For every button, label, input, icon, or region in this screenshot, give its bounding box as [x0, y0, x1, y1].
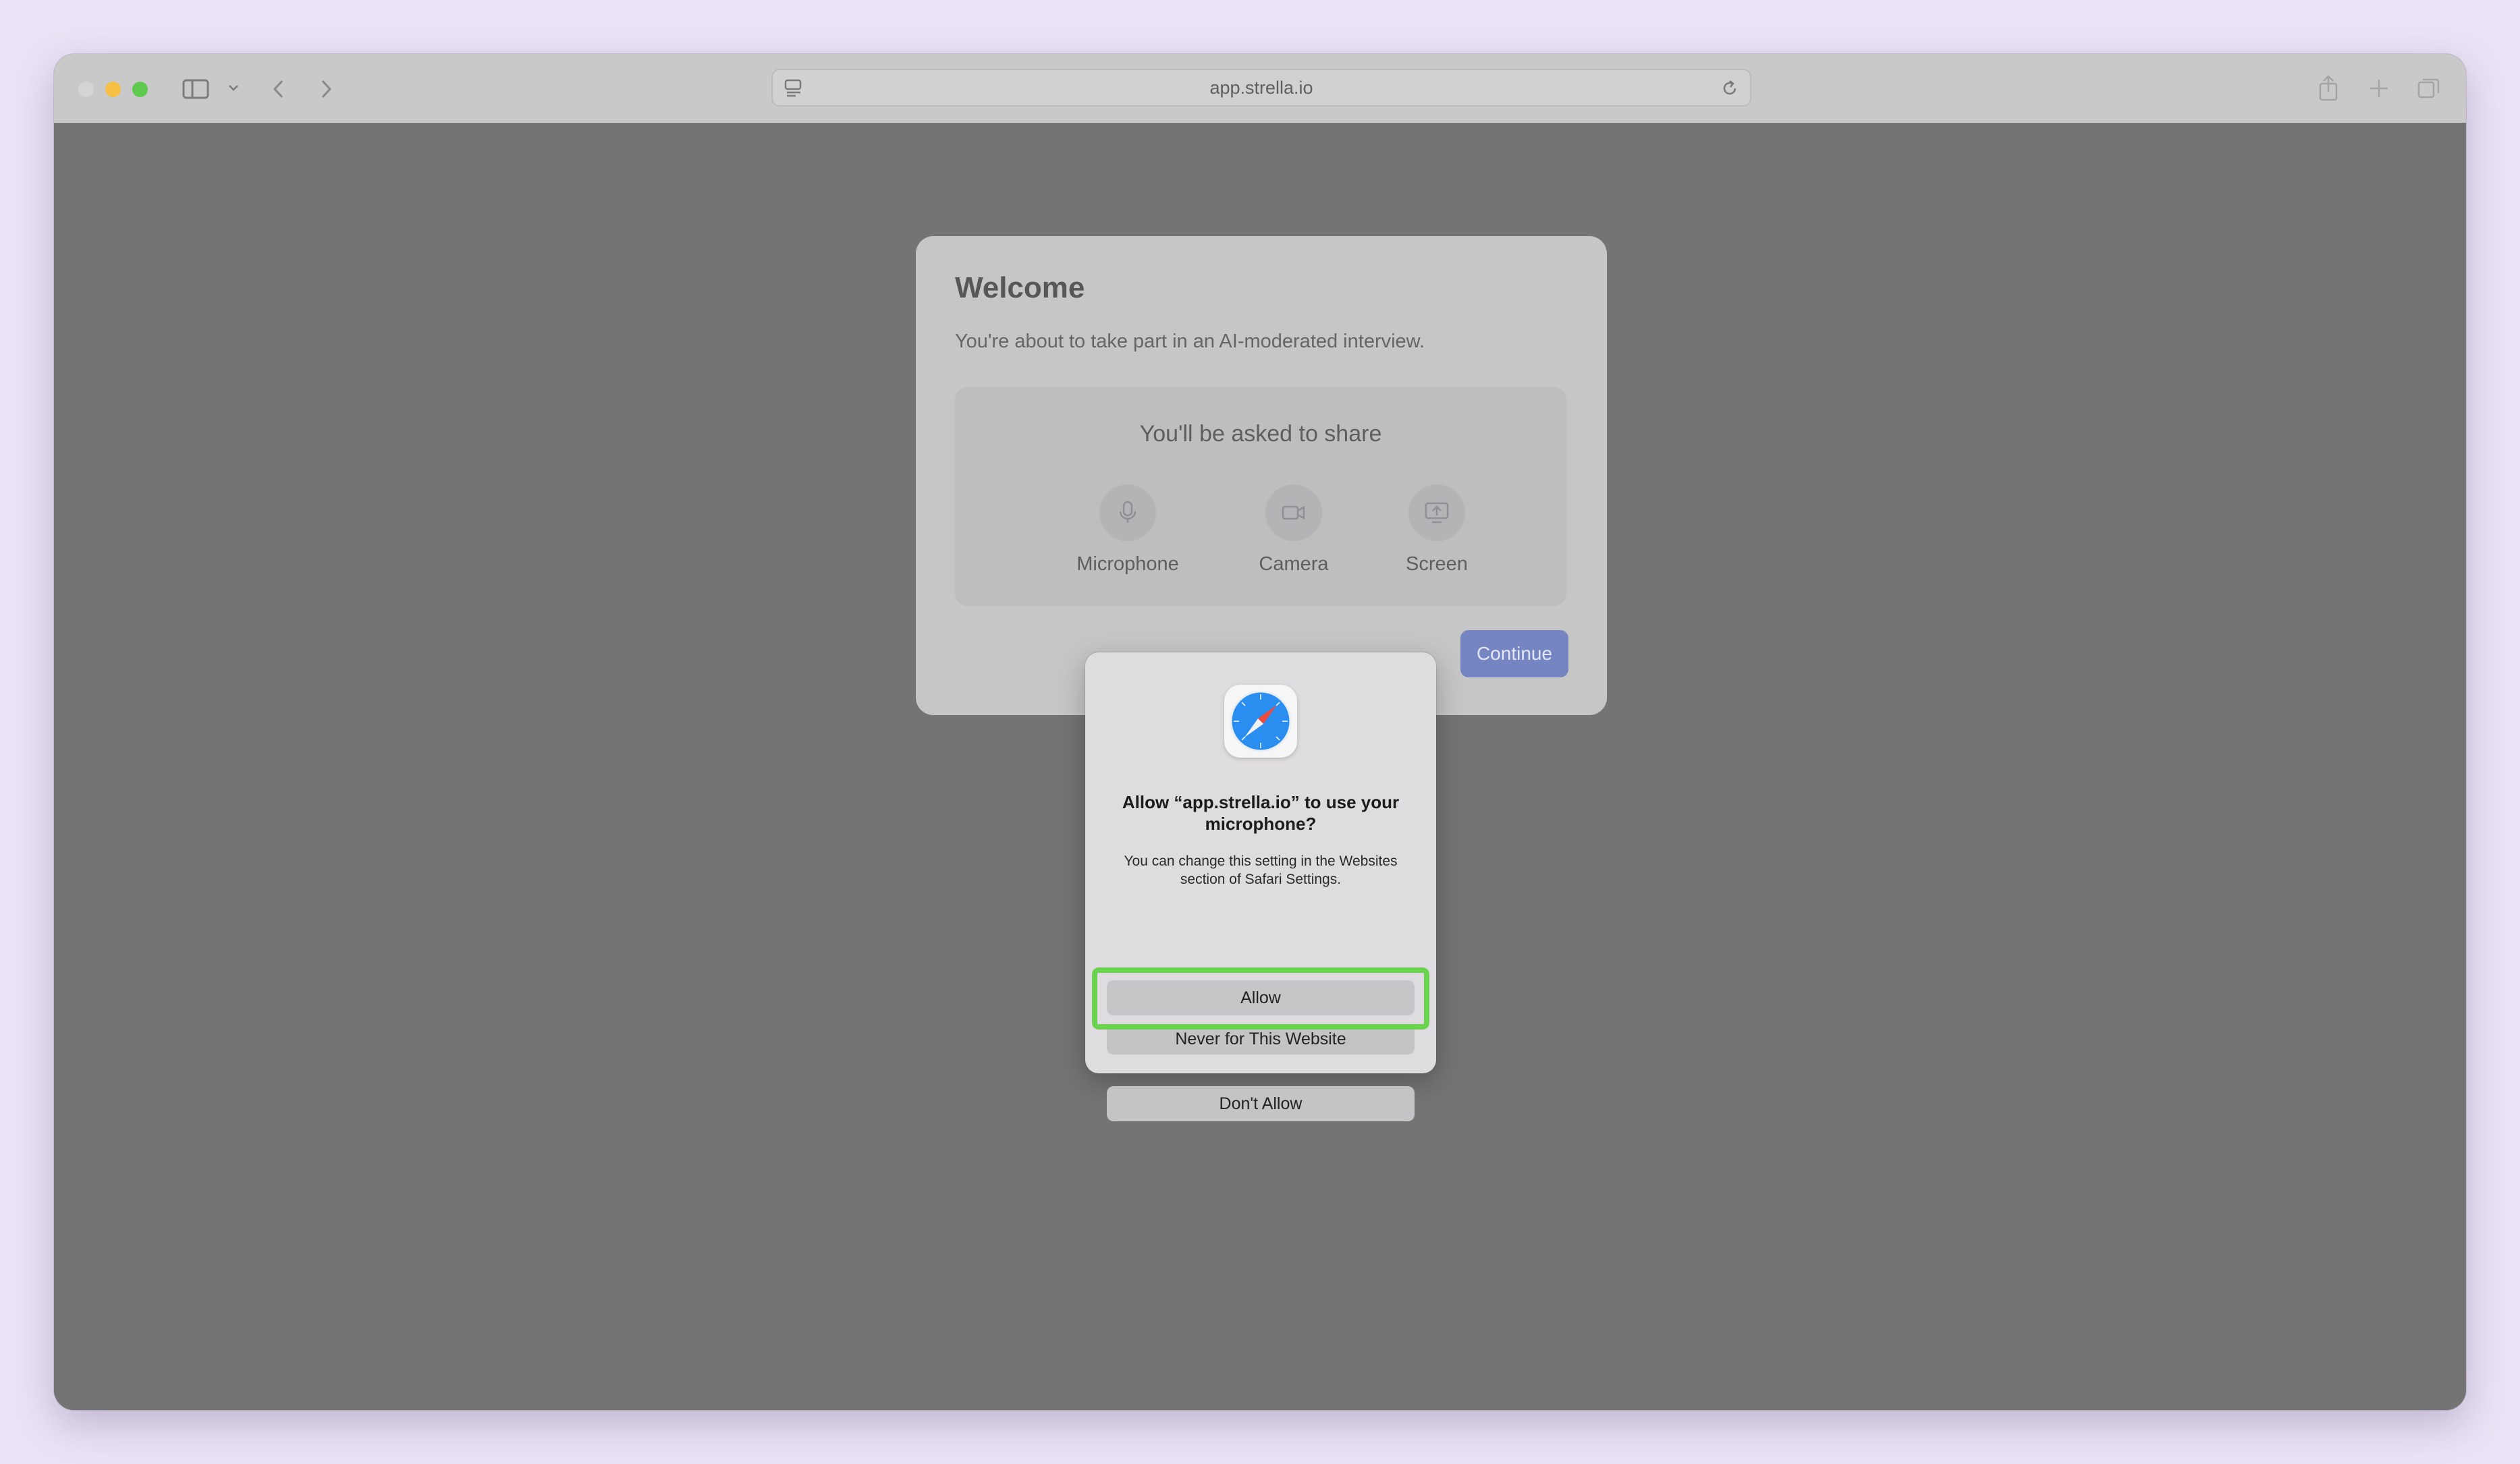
microphone-permission-dialog: Allow “app.strella.io” to use your micro… [1085, 652, 1436, 1121]
permission-screen: Screen [1369, 484, 1504, 575]
screen-share-icon [1408, 484, 1465, 541]
reload-icon[interactable] [1720, 79, 1739, 98]
safari-icon [1224, 685, 1297, 758]
forward-icon[interactable] [317, 77, 335, 101]
continue-button[interactable]: Continue [1460, 630, 1568, 677]
microphone-icon [1099, 484, 1156, 541]
dialog-title: Allow “app.strella.io” to use your micro… [1122, 792, 1400, 834]
tab-overview-icon[interactable] [2416, 76, 2442, 101]
minimize-window-button[interactable] [105, 82, 121, 97]
never-for-this-website-button[interactable]: Never for This Website [1107, 1027, 1415, 1054]
address-bar[interactable]: app.strella.io [771, 69, 1751, 107]
chevron-down-icon[interactable] [227, 82, 240, 93]
permission-label: Microphone [1076, 553, 1179, 575]
permission-camera: Camera [1226, 484, 1361, 575]
welcome-card: Welcome You're about to take part in an … [916, 236, 1607, 715]
share-icon[interactable] [2316, 74, 2340, 103]
welcome-title: Welcome [955, 271, 1085, 304]
sidebar-icon[interactable] [182, 78, 209, 100]
browser-toolbar: app.strella.io [54, 54, 2466, 124]
zoom-window-button[interactable] [132, 82, 148, 97]
new-tab-icon[interactable] [2367, 77, 2390, 100]
camera-icon [1265, 484, 1322, 541]
share-permissions-panel: You'll be asked to share Microphone Came… [955, 387, 1566, 606]
permission-label: Camera [1259, 553, 1329, 575]
permission-label: Screen [1406, 553, 1468, 575]
browser-window: app.strella.io Welcome You're about to t… [54, 54, 2466, 1410]
dialog-message: You can change this setting in the Websi… [1124, 853, 1398, 887]
welcome-subtitle: You're about to take part in an AI-moder… [955, 331, 1425, 352]
dont-allow-button[interactable]: Don't Allow [1107, 1086, 1415, 1121]
allow-highlight-box [1092, 967, 1429, 1030]
back-icon[interactable] [270, 77, 287, 101]
page-content: Welcome You're about to take part in an … [54, 123, 2466, 1410]
permission-microphone: Microphone [1060, 484, 1195, 575]
close-window-button[interactable] [78, 82, 94, 97]
share-heading: You'll be asked to share [1139, 421, 1382, 447]
url-text[interactable]: app.strella.io [773, 70, 1750, 105]
